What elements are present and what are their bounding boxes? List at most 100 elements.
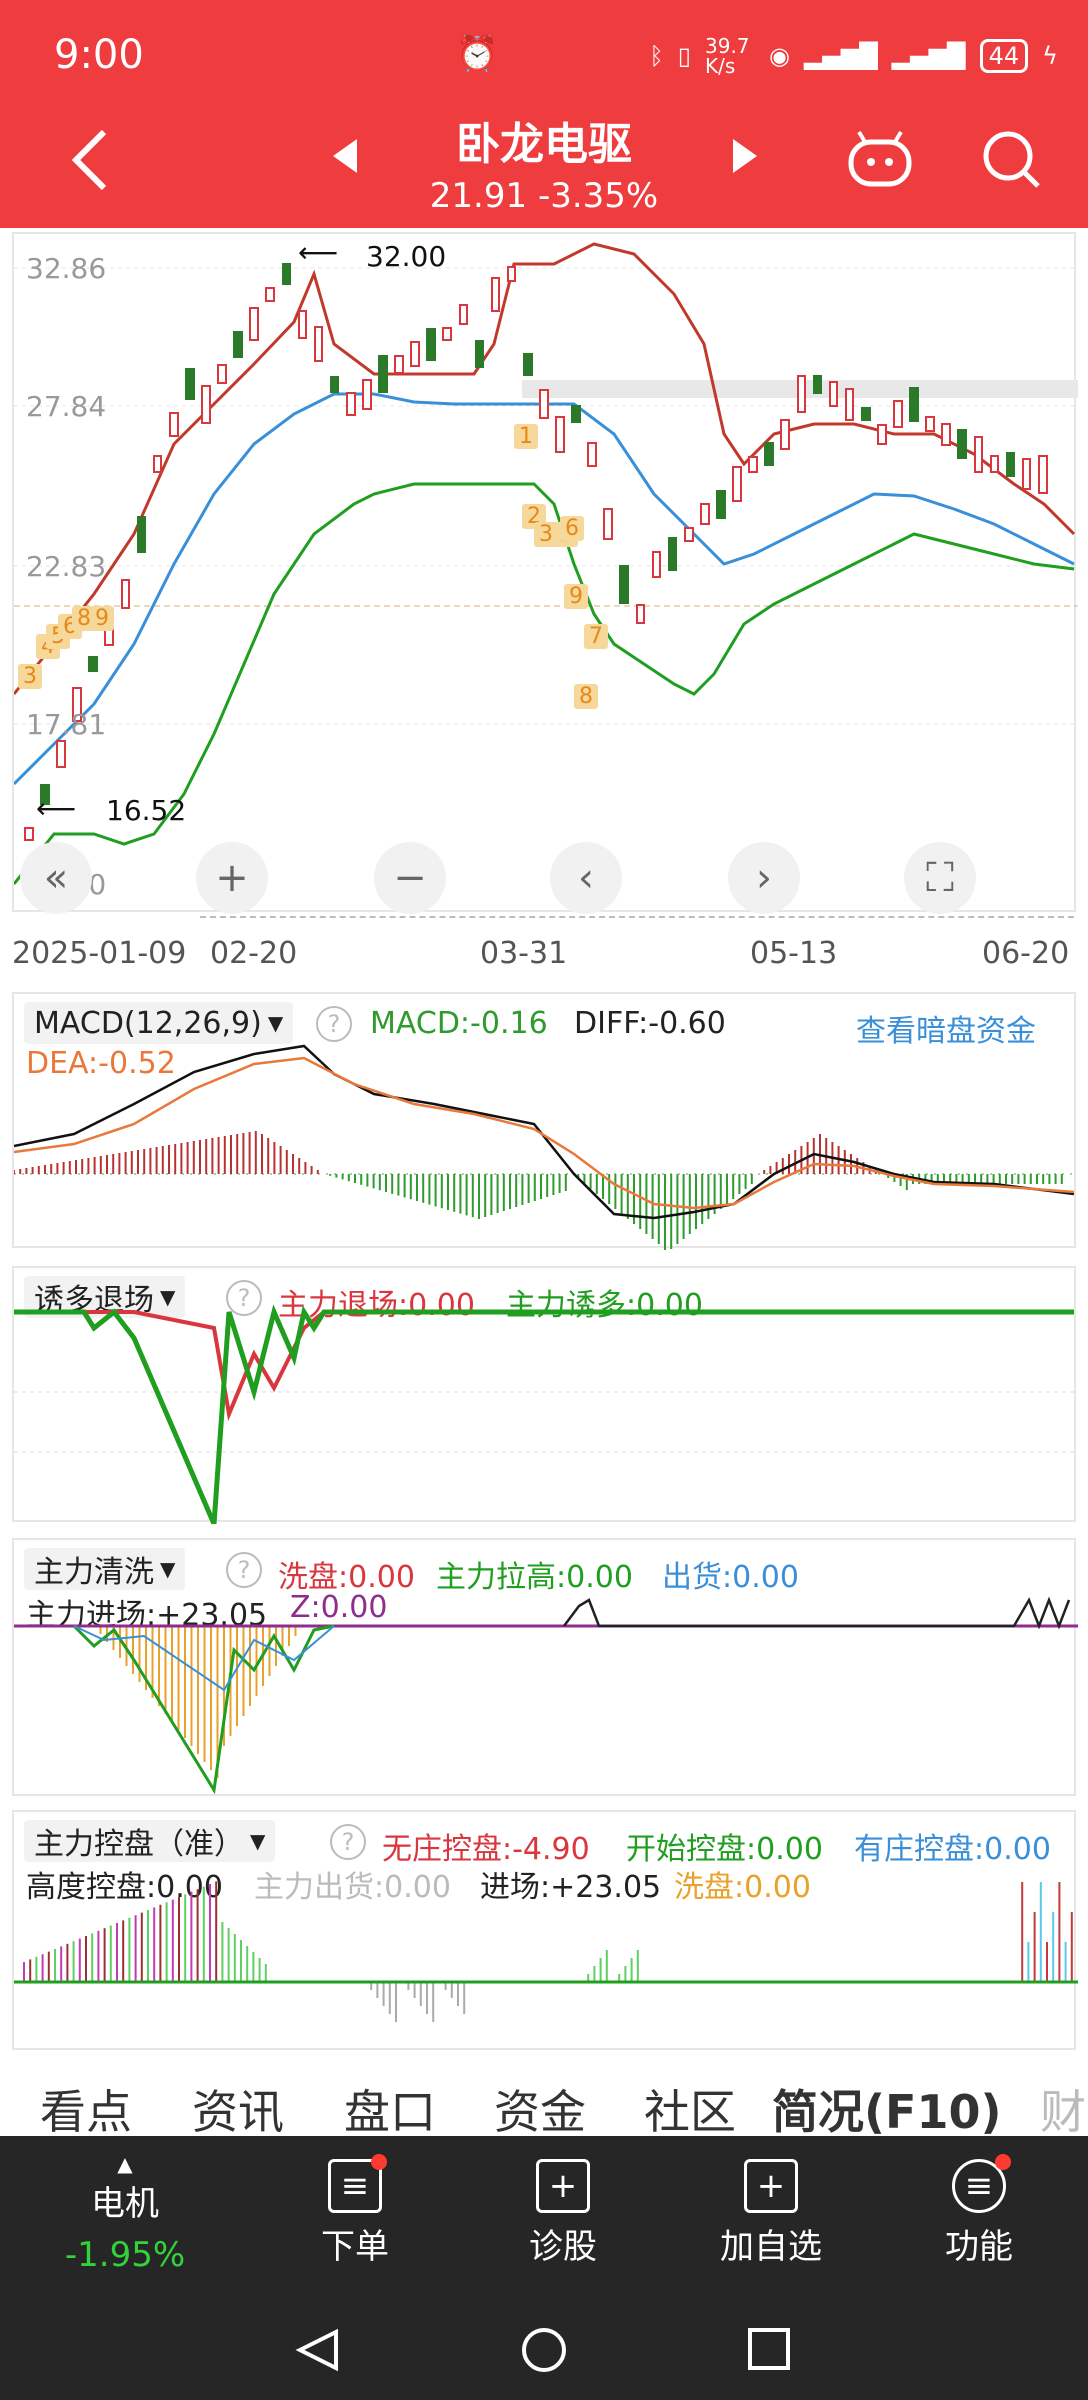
tab-news[interactable]: 资讯	[192, 2076, 284, 2142]
nav-home-icon[interactable]	[522, 2328, 566, 2372]
nav-back-icon[interactable]	[295, 2328, 338, 2372]
candlestick	[168, 411, 179, 437]
diagnose-icon: +	[536, 2158, 590, 2213]
zoom-out-button[interactable]: −	[374, 842, 446, 914]
candlestick	[844, 387, 855, 421]
candlestick	[748, 455, 758, 473]
chevron-up-icon: ▲	[117, 2151, 133, 2176]
control-panel[interactable]: 主力控盘（准） ▼ ? 无庄控盘:-4.90 开始控盘:0.00 有庄控盘:0.0…	[12, 1810, 1078, 2050]
candlestick	[893, 400, 903, 428]
date-label-4: 05-13	[750, 936, 838, 971]
candlestick	[989, 455, 1000, 473]
candlestick	[361, 378, 372, 410]
candlestick	[876, 423, 887, 445]
candlestick	[297, 309, 308, 339]
bottom-toolbar: ▲ 电机 -1.95% ≡ 下单 + 诊股 + 加自选 ≡ 功能	[0, 2136, 1088, 2290]
candlestick	[667, 537, 678, 571]
candlestick	[925, 416, 935, 432]
wifi-icon: ◉	[769, 42, 790, 70]
diagnose-label: 诊股	[529, 2226, 597, 2267]
fullscreen-button[interactable]: ⛶	[904, 842, 976, 914]
function-button[interactable]: ≡ 功能	[904, 2136, 1054, 2290]
date-label-2: 02-20	[210, 936, 298, 971]
scroll-right-button[interactable]: ›	[728, 842, 800, 914]
zoom-out-far-button[interactable]: «	[20, 842, 92, 914]
high-arrow-icon: ⟵	[298, 236, 339, 269]
candlestick	[184, 368, 195, 400]
candlestick	[506, 266, 517, 282]
candlestick	[699, 503, 710, 525]
price-label-2: 27.84	[26, 390, 107, 423]
candlestick	[88, 656, 99, 672]
function-label: 功能	[945, 2226, 1013, 2267]
tab-f10[interactable]: 简况(F10)	[772, 2076, 1001, 2142]
candlestick	[603, 508, 614, 540]
vibrate-icon: ▯	[677, 42, 691, 70]
search-icon[interactable]	[972, 120, 1052, 200]
tab-community[interactable]: 社区	[644, 2076, 736, 2142]
status-time: 9:00	[54, 32, 144, 78]
sequence-mark: 6	[560, 516, 584, 541]
candlestick	[442, 327, 453, 341]
tab-funds[interactable]: 资金	[494, 2076, 586, 2142]
candlestick	[313, 326, 324, 362]
zoom-in-button[interactable]: +	[196, 842, 268, 914]
signal-icon: ▂▄▆█	[803, 42, 878, 70]
add-icon: +	[744, 2158, 798, 2213]
candlestick	[539, 389, 549, 419]
candlestick	[635, 604, 646, 624]
tab-quote[interactable]: 盘口	[344, 2076, 436, 2142]
candlestick	[458, 303, 469, 325]
wash-panel[interactable]: 主力清洗 ▼ ? 洗盘:0.00 主力拉高:0.00 出货:0.00 主力进场:+…	[12, 1538, 1078, 1796]
wash-chart	[14, 1596, 1078, 1795]
nav-recent-icon[interactable]	[748, 2328, 790, 2370]
sequence-mark: 8	[574, 684, 598, 709]
sequence-mark: 9	[564, 584, 588, 609]
order-button[interactable]: ≡ 下单	[280, 2136, 430, 2290]
control-chart	[14, 1881, 1078, 2022]
candlestick	[56, 740, 66, 768]
add-watchlist-button[interactable]: + 加自选	[696, 2136, 846, 2290]
candlestick	[555, 415, 565, 453]
stock-change: -3.35%	[537, 176, 659, 216]
sequence-mark: 7	[584, 624, 608, 649]
exit-panel[interactable]: 诱多退场 ▼ ? 主力退场:0.00 主力诱多:0.00	[12, 1266, 1078, 1524]
charging-icon: ϟ	[1042, 42, 1058, 70]
next-stock-icon[interactable]	[730, 136, 760, 176]
candlestick	[474, 340, 485, 368]
price-label-1: 32.86	[26, 252, 107, 285]
low-note: 16.52	[106, 794, 187, 827]
time-scrollbar[interactable]	[200, 916, 1074, 924]
kline-chart[interactable]: 32.86 27.84 22.83 17.81 12.80 ⟵ 32.00 ⟵ …	[12, 232, 1078, 912]
robot-icon[interactable]	[840, 120, 920, 200]
candlestick	[796, 375, 807, 413]
sector-button[interactable]: ▲ 电机 -1.95%	[40, 2136, 210, 2290]
candlestick	[490, 276, 501, 312]
candlestick	[909, 386, 919, 422]
candlestick	[24, 827, 34, 841]
alarm-icon: ⏰	[456, 34, 499, 74]
candlestick	[716, 489, 726, 519]
sector-change: -1.95%	[64, 2234, 186, 2275]
candlestick	[860, 407, 871, 421]
tab-highlights[interactable]: 看点	[40, 2076, 132, 2142]
candlestick	[201, 384, 211, 424]
candlestick	[812, 374, 823, 394]
candlestick	[152, 455, 163, 473]
macd-panel[interactable]: MACD(12,26,9) ▼ ? MACD:-0.16 DIFF:-0.60 查…	[12, 992, 1078, 1250]
diagnose-button[interactable]: + 诊股	[488, 2136, 638, 2290]
candlestick	[828, 381, 839, 407]
net-speed: 39.7 K/s	[705, 34, 750, 78]
candlestick	[329, 375, 340, 393]
candlestick	[973, 435, 984, 473]
scroll-left-button[interactable]: ‹	[550, 842, 622, 914]
candlestick	[571, 405, 581, 423]
candlestick	[683, 526, 694, 542]
candlestick	[410, 341, 420, 367]
tab-finance[interactable]: 财	[1040, 2076, 1086, 2142]
bluetooth-icon: ᛒ	[649, 42, 664, 70]
candlestick	[136, 515, 147, 553]
sequence-mark: 3	[18, 664, 42, 689]
status-bar: 9:00 ⏰ ᛒ ▯ 39.7 K/s ◉ ▂▄▆█ ▂▄▆█ 44 ϟ	[0, 0, 1088, 100]
macd-chart	[14, 1044, 1078, 1250]
